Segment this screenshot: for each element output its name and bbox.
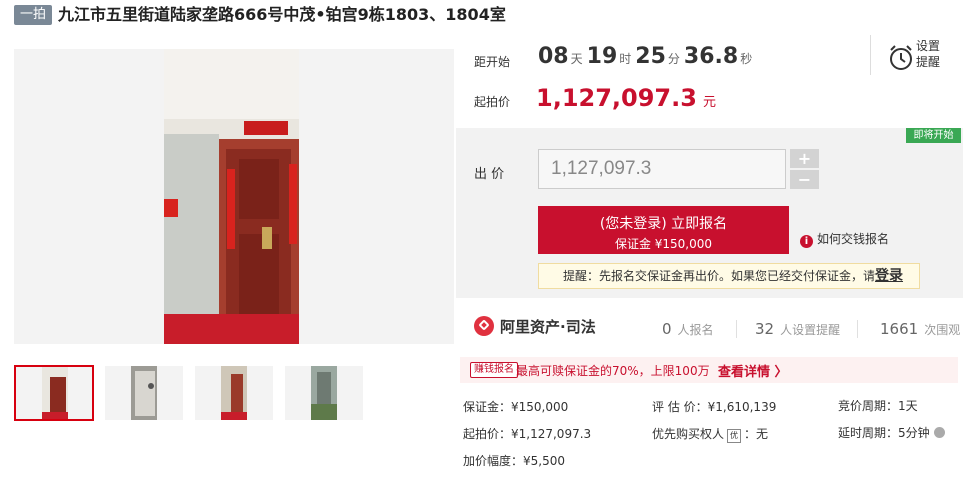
countdown-timer: 08 天 19 时 25 分 36.8 秒	[538, 44, 756, 69]
promo-tag: 赚钱报名	[470, 362, 518, 378]
bid-amount-input[interactable]: 1,127,097.3	[538, 149, 786, 189]
reminder-count-label: 人设置提醒	[780, 323, 841, 337]
bid-label: 出 价	[474, 167, 505, 182]
delay-cycle-info: 延时周期：5分钟	[838, 424, 945, 441]
main-photo[interactable]	[14, 49, 454, 344]
remind-line-1: 设置	[916, 39, 941, 53]
deposit-amount-label: 保证金 ¥150,000	[614, 237, 713, 251]
priority-value: ：无	[744, 427, 769, 441]
brand-logo: 阿里资产·司法	[474, 316, 596, 337]
clock-icon[interactable]	[933, 427, 945, 438]
thumbnail-2[interactable]	[105, 366, 183, 420]
countdown-days: 08	[538, 44, 569, 69]
start-price-amount: 1,127,097.3	[536, 84, 697, 112]
countdown-minutes: 25	[635, 44, 666, 69]
thumbnail-bathroom-image	[105, 366, 183, 420]
set-reminder-label[interactable]: 设置 提醒	[916, 38, 940, 70]
seconds-unit: 秒	[740, 52, 753, 66]
reminder-count-value: 32	[755, 320, 775, 338]
countdown-seconds: 36.8	[683, 44, 739, 69]
entrance-door-photo	[14, 49, 454, 344]
start-price-label: 起拍价	[474, 95, 511, 109]
view-count: 1661 次围观	[880, 320, 960, 338]
login-reminder-tip: 提醒：先报名交保证金再出价。如果您已经交付保证金，请登录	[538, 263, 920, 289]
priority-icon[interactable]: 优	[727, 429, 742, 443]
days-unit: 天	[570, 52, 583, 66]
remind-line-2: 提醒	[916, 55, 941, 69]
thumbnail-door-image	[16, 367, 92, 419]
decrease-bid-button[interactable]: −	[790, 170, 819, 189]
start-price-value: 1,127,097.3 元	[536, 84, 716, 112]
view-count-value: 1661	[880, 320, 919, 338]
thumbnail-1[interactable]	[14, 365, 94, 421]
increment-info: 加价幅度：¥5,500	[463, 454, 565, 468]
status-badge: 即将开始	[906, 128, 961, 143]
alarm-clock-icon	[890, 45, 912, 70]
brand-name: 阿里资产·司法	[500, 318, 596, 336]
login-link[interactable]: 登录	[875, 268, 903, 284]
thumbnail-3[interactable]	[195, 366, 273, 420]
auction-cycle-info: 竞价周期：1天	[838, 399, 918, 413]
increase-bid-button[interactable]: +	[790, 149, 819, 168]
signup-count: 0 人报名	[662, 320, 714, 338]
page-title: 九江市五里街道陆家垄路666号中茂•铂宫9栋1803、1804室	[58, 5, 506, 24]
auction-round-badge: 一拍	[14, 5, 52, 25]
reminder-count: 32 人设置提醒	[755, 320, 840, 338]
promo-text: 最高可赎保证金的70%，上限100万	[516, 364, 710, 378]
divider	[870, 35, 871, 75]
price-unit: 元	[702, 95, 716, 110]
thumbnail-building-image	[285, 366, 363, 420]
signup-button[interactable]: (您未登录) 立即报名 保证金 ¥150,000	[538, 206, 789, 254]
hours-unit: 时	[619, 52, 632, 66]
view-count-label: 次围观	[924, 323, 961, 337]
delay-text: 延时周期：5分钟	[838, 426, 930, 440]
countdown-label: 距开始	[474, 55, 511, 69]
priority-label: 优先购买权人	[652, 427, 725, 441]
minutes-unit: 分	[667, 52, 680, 66]
start-price-info: 起拍价：¥1,127,097.3	[463, 427, 592, 441]
signup-count-value: 0	[662, 320, 672, 338]
how-to-pay-text: 如何交钱报名	[817, 232, 890, 246]
thumbnail-4[interactable]	[285, 366, 363, 420]
info-icon: i	[800, 235, 813, 248]
deposit-info: 保证金：¥150,000	[463, 400, 569, 414]
stat-divider	[857, 320, 858, 338]
thumbnail-hallway-image	[195, 366, 273, 420]
countdown-hours: 19	[586, 44, 618, 69]
signup-count-label: 人报名	[677, 323, 714, 337]
how-to-pay-link[interactable]: i 如何交钱报名	[800, 230, 889, 248]
view-details-link[interactable]: 查看详情 〉	[718, 361, 788, 380]
tip-text: 提醒：先报名交保证金再出价。如果您已经交付保证金，请	[563, 269, 876, 283]
priority-buyer-info: 优先购买权人优：无	[652, 425, 768, 443]
signup-button-label: (您未登录) 立即报名	[599, 216, 728, 232]
ali-assets-icon	[474, 316, 494, 336]
stat-divider	[736, 320, 737, 338]
appraisal-info: 评 估 价：¥1,610,139	[652, 400, 777, 414]
